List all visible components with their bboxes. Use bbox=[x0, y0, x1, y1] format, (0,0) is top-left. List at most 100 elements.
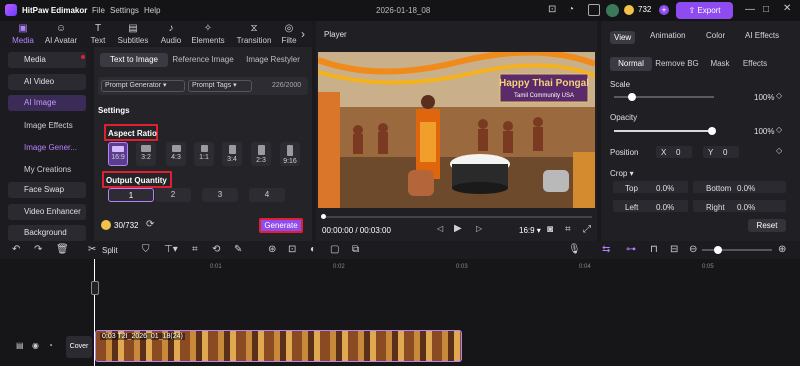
tab-view[interactable]: View bbox=[610, 31, 636, 44]
zoom-slider[interactable] bbox=[702, 249, 772, 251]
tab-media[interactable]: ▣ Media bbox=[4, 24, 42, 46]
mask-icon[interactable]: ▢ bbox=[330, 245, 339, 255]
tab-subtitles[interactable]: ▤ Subtitles bbox=[114, 24, 152, 46]
zoom-in-icon[interactable]: ⊕ bbox=[778, 245, 786, 255]
seek-handle[interactable] bbox=[321, 214, 326, 219]
quantity-option-2[interactable]: 2 bbox=[155, 188, 191, 202]
crop-frame-icon[interactable]: ⊡ bbox=[288, 245, 296, 255]
tab-image-restyler[interactable]: Image Restyler bbox=[240, 53, 306, 67]
next-frame-icon[interactable]: ▷ bbox=[476, 225, 482, 233]
aspect-ratio-option[interactable]: 9:16 bbox=[280, 142, 300, 166]
crop-icon[interactable]: ⌗ bbox=[565, 225, 571, 235]
delete-icon[interactable]: 🗑 bbox=[56, 245, 69, 255]
microphone-icon[interactable]: 🎙 bbox=[568, 245, 581, 255]
sidebar-item-my-creations[interactable]: My Creations bbox=[24, 165, 71, 174]
crop-label[interactable]: Crop ▾ bbox=[610, 169, 634, 178]
sidebar-item-background[interactable]: Background bbox=[8, 225, 86, 241]
keyframe-icon[interactable]: ◇ bbox=[776, 147, 782, 155]
playhead[interactable] bbox=[94, 259, 95, 366]
generate-button[interactable]: Generate bbox=[259, 218, 303, 233]
fullscreen-icon[interactable]: ⤢ bbox=[583, 225, 591, 235]
rotate-icon[interactable]: ⟲ bbox=[212, 245, 220, 255]
prompt-generator-dropdown[interactable]: Prompt Generator ▾ bbox=[101, 80, 185, 92]
aspect-ratio-option[interactable]: 1:1 bbox=[194, 142, 214, 166]
quantity-option-1[interactable]: 1 bbox=[108, 188, 154, 202]
quantity-option-3[interactable]: 3 bbox=[202, 188, 238, 202]
sidebar-item-media[interactable]: Media bbox=[8, 52, 86, 68]
marker-icon[interactable]: ⛉ bbox=[142, 245, 150, 255]
ai-tool-icon[interactable]: ⊛ bbox=[268, 245, 276, 255]
seek-bar[interactable] bbox=[322, 216, 592, 218]
snapshot-icon[interactable]: ◙ bbox=[547, 225, 553, 235]
prompt-tags-dropdown[interactable]: Prompt Tags ▾ bbox=[188, 80, 252, 92]
playhead-handle[interactable] bbox=[91, 281, 99, 295]
undo-icon[interactable]: ↶ bbox=[12, 245, 20, 255]
tab-color[interactable]: Color bbox=[706, 31, 725, 40]
aspect-ratio-option[interactable]: 3:2 bbox=[136, 142, 156, 166]
visibility-icon[interactable]: ◉ bbox=[32, 342, 39, 350]
crop-tool-icon[interactable]: ⌗ bbox=[192, 245, 198, 255]
zoom-slider-handle[interactable] bbox=[714, 246, 722, 254]
tab-animation[interactable]: Animation bbox=[650, 31, 686, 40]
segment-normal[interactable]: Normal bbox=[610, 57, 652, 71]
redo-icon[interactable]: ↷ bbox=[34, 245, 42, 255]
tab-audio[interactable]: ♪ Audio bbox=[152, 24, 190, 46]
tab-text-to-image[interactable]: Text to Image bbox=[100, 53, 168, 67]
sidebar-item-video-enhancer[interactable]: Video Enhancer bbox=[8, 204, 86, 220]
link-icon[interactable]: ⇆ bbox=[602, 245, 610, 255]
zoom-out-icon[interactable]: ⊖ bbox=[689, 245, 697, 255]
minimize-icon[interactable]: — bbox=[745, 5, 755, 15]
track-icon[interactable]: ▤ bbox=[16, 342, 24, 350]
cover-button[interactable]: Cover bbox=[66, 336, 92, 358]
aspect-ratio-option[interactable]: 2:3 bbox=[251, 142, 271, 166]
layer-icon[interactable]: ⧉ bbox=[352, 245, 359, 255]
opacity-value[interactable]: 100% bbox=[754, 127, 774, 136]
aspect-ratio-option[interactable]: 4:3 bbox=[166, 142, 186, 166]
previous-frame-icon[interactable]: ◁ bbox=[437, 225, 443, 233]
snap-icon[interactable]: ⊶ bbox=[626, 245, 636, 255]
notification-icon[interactable]: ◔ bbox=[568, 5, 574, 15]
keyframe-icon[interactable]: ◇ bbox=[776, 126, 782, 134]
tab-elements[interactable]: ✧ Elements bbox=[189, 24, 227, 46]
split-label[interactable]: Split bbox=[102, 246, 118, 255]
close-icon[interactable]: ✕ bbox=[783, 4, 791, 14]
avatar[interactable] bbox=[606, 4, 619, 17]
sidebar-item-ai-image[interactable]: AI Image bbox=[8, 95, 86, 111]
chevron-right-icon[interactable]: › bbox=[301, 28, 305, 40]
text-tool-icon[interactable]: ⊤▾ bbox=[164, 245, 178, 255]
menu-settings[interactable]: Settings bbox=[110, 6, 139, 15]
segment-remove-bg[interactable]: Remove BG bbox=[654, 57, 700, 71]
add-coins-button[interactable]: + bbox=[659, 5, 669, 15]
scale-slider-handle[interactable] bbox=[628, 93, 636, 101]
segment-mask[interactable]: Mask bbox=[704, 57, 736, 71]
aspect-ratio-select[interactable]: 16:9 ▾ bbox=[519, 226, 541, 235]
edit-icon[interactable]: ✎ bbox=[234, 245, 242, 255]
play-icon[interactable]: ▶ bbox=[454, 224, 462, 234]
settings-icon[interactable] bbox=[588, 4, 600, 16]
tab-ai-avatar[interactable]: ☺ AI Avatar bbox=[42, 24, 80, 46]
export-button[interactable]: ⇧ Export bbox=[676, 2, 733, 19]
segment-effects[interactable]: Effects bbox=[740, 57, 770, 71]
cart-icon[interactable]: ⊡ bbox=[548, 5, 556, 15]
keyframe-icon[interactable]: ◇ bbox=[776, 92, 782, 100]
aspect-ratio-option[interactable]: 3:4 bbox=[222, 142, 242, 166]
magnet-icon[interactable]: ⊓ bbox=[650, 245, 658, 255]
speed-icon[interactable]: ◐ bbox=[310, 245, 316, 255]
menu-help[interactable]: Help bbox=[144, 6, 160, 15]
sidebar-item-face-swap[interactable]: Face Swap bbox=[8, 182, 86, 198]
quantity-option-4[interactable]: 4 bbox=[249, 188, 285, 202]
opacity-slider[interactable] bbox=[614, 130, 714, 132]
tab-filter[interactable]: ◎ Filte bbox=[278, 24, 300, 46]
sidebar-item-image-effects[interactable]: Image Effects bbox=[24, 121, 73, 130]
menu-file[interactable]: File bbox=[92, 6, 105, 15]
tab-text[interactable]: T Text bbox=[79, 24, 117, 46]
scale-value[interactable]: 100% bbox=[754, 93, 774, 102]
sidebar-item-ai-video[interactable]: AI Video bbox=[8, 74, 86, 90]
fit-icon[interactable]: ⊟ bbox=[670, 245, 678, 255]
split-icon[interactable]: ✂ bbox=[88, 245, 96, 255]
tab-transition[interactable]: ⧖ Transition bbox=[235, 24, 273, 46]
aspect-ratio-option[interactable]: 16:9 bbox=[108, 142, 128, 166]
refresh-icon[interactable]: ⟳ bbox=[146, 220, 154, 230]
sidebar-item-image-generator[interactable]: Image Gener... bbox=[24, 143, 77, 152]
mute-icon[interactable]: ◔ bbox=[48, 342, 53, 350]
